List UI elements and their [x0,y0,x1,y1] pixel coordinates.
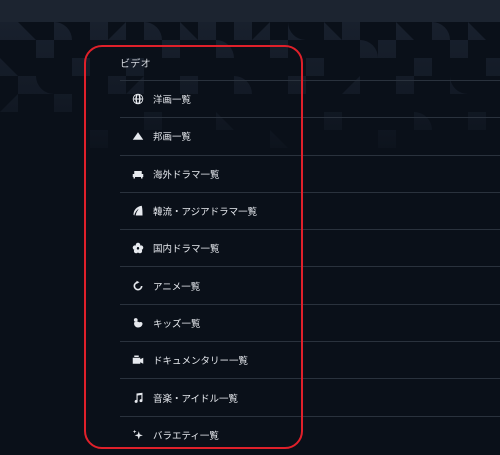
menu-item-label: キッズ一覧 [153,318,201,330]
menu-item-label: 韓流・アジアドラマ一覧 [153,207,258,219]
menu-item-western-movies[interactable]: 洋画一覧 [120,80,500,117]
mountain-icon [131,129,145,143]
hand-icon [131,316,145,330]
flower-icon [131,241,145,255]
globe-icon [131,92,145,106]
camera-icon [131,353,145,367]
menu-item-anime[interactable]: アニメ一覧 [120,266,500,303]
screen: ビデオ 洋画一覧 邦画一覧 海外ドラマ一覧 韓流・アジアドラマ一覧 国内ドラマ一… [0,0,500,455]
menu-item-overseas-drama[interactable]: 海外ドラマ一覧 [120,154,500,192]
menu-item-label: 国内ドラマ一覧 [153,244,220,256]
top-bar [0,0,500,22]
menu-item-label: アニメ一覧 [153,281,201,293]
menu-item-label: 海外ドラマ一覧 [153,169,220,181]
menu-item-label: 音楽・アイドル一覧 [153,393,239,405]
menu-item-domestic-drama[interactable]: 国内ドラマ一覧 [120,229,500,266]
sparkle-icon [131,428,145,442]
menu-item-label: 洋画一覧 [153,95,192,107]
menu-list: 洋画一覧 邦画一覧 海外ドラマ一覧 韓流・アジアドラマ一覧 国内ドラマ一覧 アニ… [120,80,500,453]
leaf-icon [131,204,145,218]
menu-item-korean-asian-drama[interactable]: 韓流・アジアドラマ一覧 [120,191,500,229]
menu-item-japanese-movies[interactable]: 邦画一覧 [120,117,500,154]
menu-item-label: ドキュメンタリー一覧 [153,356,249,368]
menu-item-label: バラエティ一覧 [153,430,219,442]
menu-item-documentary[interactable]: ドキュメンタリー一覧 [120,341,500,378]
menu-item-kids[interactable]: キッズ一覧 [120,303,500,341]
menu-item-music-idol[interactable]: 音楽・アイドル一覧 [120,378,500,415]
menu-item-variety[interactable]: バラエティ一覧 [120,415,500,453]
music-note-icon [131,391,145,405]
menu-item-label: 邦画一覧 [153,132,192,144]
circle-arrow-icon [131,279,145,293]
sofa-icon [131,167,145,181]
section-title: ビデオ [120,59,151,70]
